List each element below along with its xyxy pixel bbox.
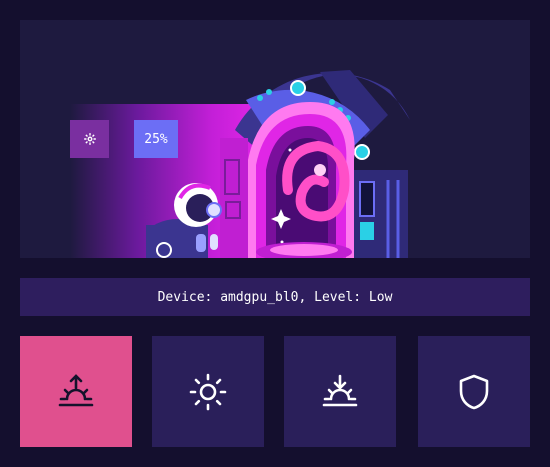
device-status-bar: Device: amdgpu_bl0, Level: Low <box>20 278 530 316</box>
sun-icon <box>188 372 228 412</box>
day-mode-button[interactable] <box>152 336 264 447</box>
protect-mode-button[interactable] <box>418 336 530 447</box>
gear-icon <box>83 132 97 146</box>
sunset-mode-button[interactable] <box>284 336 396 447</box>
shield-icon <box>457 373 491 411</box>
sunrise-icon <box>56 372 96 412</box>
sunset-icon <box>320 372 360 412</box>
brightness-percent-badge: 25% <box>134 120 178 158</box>
hero-banner: 25% <box>20 20 530 258</box>
sunrise-mode-button[interactable] <box>20 336 132 447</box>
settings-button[interactable] <box>70 120 109 158</box>
device-status-text: Device: amdgpu_bl0, Level: Low <box>157 289 393 305</box>
